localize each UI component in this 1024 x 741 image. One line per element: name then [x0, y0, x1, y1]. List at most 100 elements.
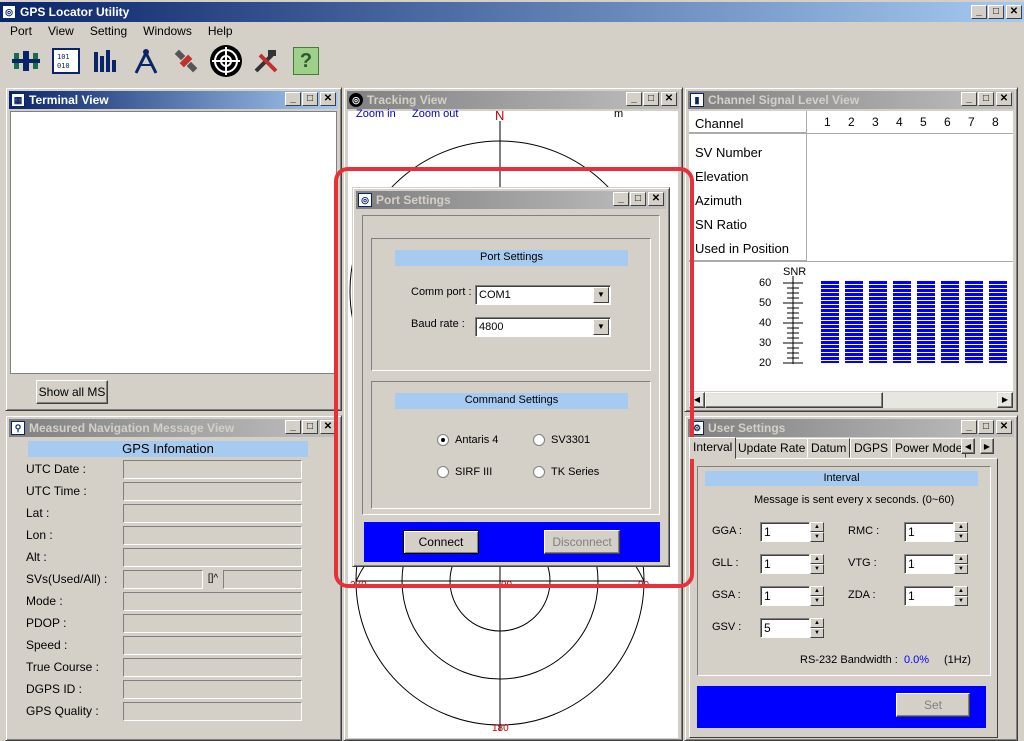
- tracking-minimize-button[interactable]: _: [626, 92, 642, 106]
- port-icon[interactable]: [10, 45, 42, 77]
- tab-interval[interactable]: Interval: [689, 437, 737, 459]
- menu-port[interactable]: Port: [0, 22, 38, 40]
- radio-sv3301[interactable]: SV3301: [533, 434, 590, 446]
- menu-help[interactable]: Help: [198, 22, 239, 40]
- vtg-up[interactable]: ▲: [954, 554, 968, 564]
- compass-icon[interactable]: [130, 45, 162, 77]
- tracking-icon[interactable]: [210, 45, 242, 77]
- gga-value[interactable]: 1: [760, 522, 810, 542]
- zda-value[interactable]: 1: [904, 586, 954, 606]
- vtg-down[interactable]: ▼: [954, 564, 968, 574]
- set-button[interactable]: Set: [896, 693, 970, 717]
- dialog-minimize-button[interactable]: _: [613, 192, 629, 206]
- disconnect-button[interactable]: Disconnect: [544, 530, 620, 554]
- signal-minimize-button[interactable]: _: [961, 92, 977, 106]
- user-maximize-button[interactable]: □: [978, 420, 994, 434]
- nav-titlebar: ⚲ Measured Navigation Message View _ □ ✕: [9, 419, 338, 437]
- minimize-button[interactable]: _: [971, 5, 987, 19]
- terminal-close-button[interactable]: ✕: [320, 92, 336, 106]
- user-settings-titlebar: ⚙ User Settings _ □ ✕: [688, 419, 1014, 437]
- snr-bar-1: [821, 281, 839, 363]
- signal-close-button[interactable]: ✕: [996, 92, 1012, 106]
- menu-windows[interactable]: Windows: [133, 22, 198, 40]
- scroll-left-button[interactable]: ◀: [689, 392, 705, 408]
- gll-value[interactable]: 1: [760, 554, 810, 574]
- terminal-output[interactable]: [10, 111, 337, 374]
- tab-scroll-right-button[interactable]: ▶: [980, 438, 994, 454]
- radio-tk-series-dot[interactable]: [533, 466, 545, 478]
- zda-down[interactable]: ▼: [954, 596, 968, 606]
- zda-stepper[interactable]: 1 ▲ ▼: [904, 586, 968, 606]
- vtg-value[interactable]: 1: [904, 554, 954, 574]
- tracking-close-button[interactable]: ✕: [661, 92, 677, 106]
- alt-label: Alt :: [26, 550, 47, 564]
- gga-stepper[interactable]: 1 ▲ ▼: [760, 522, 824, 542]
- terminal-minimize-button[interactable]: _: [285, 92, 301, 106]
- tab-scroll-left-button[interactable]: ◀: [961, 438, 975, 454]
- signal-icon[interactable]: [90, 45, 122, 77]
- zda-up[interactable]: ▲: [954, 586, 968, 596]
- gsv-up[interactable]: ▲: [810, 618, 824, 628]
- gsa-stepper[interactable]: 1 ▲ ▼: [760, 586, 824, 606]
- scroll-right-button[interactable]: ▶: [997, 392, 1013, 408]
- gll-down[interactable]: ▼: [810, 564, 824, 574]
- vtg-stepper[interactable]: 1 ▲ ▼: [904, 554, 968, 574]
- menu-setting[interactable]: Setting: [80, 22, 133, 40]
- user-close-button[interactable]: ✕: [996, 420, 1012, 434]
- zoom-in-link[interactable]: Zoom in: [356, 108, 396, 120]
- tab-dgps[interactable]: DGPS: [850, 438, 893, 458]
- tab-power-mode[interactable]: Power Mode: [891, 438, 967, 458]
- gsa-down[interactable]: ▼: [810, 596, 824, 606]
- tools-icon[interactable]: [250, 45, 282, 77]
- dialog-close-button[interactable]: ✕: [648, 192, 664, 206]
- snr-tick-20: 20: [759, 357, 772, 369]
- radio-sv3301-dot[interactable]: [533, 434, 545, 446]
- dialog-maximize-button[interactable]: □: [630, 192, 646, 206]
- connect-button[interactable]: Connect: [403, 530, 479, 554]
- show-all-ms-button[interactable]: Show all MS: [36, 380, 108, 404]
- gsa-up[interactable]: ▲: [810, 586, 824, 596]
- port-settings-dialog: ◎ Port Settings _ □ ✕ Port Settings Comm p…: [352, 187, 670, 567]
- nav-minimize-button[interactable]: _: [285, 420, 301, 434]
- gga-down[interactable]: ▼: [810, 532, 824, 542]
- rmc-down[interactable]: ▼: [954, 532, 968, 542]
- gll-stepper[interactable]: 1 ▲ ▼: [760, 554, 824, 574]
- gsa-value[interactable]: 1: [760, 586, 810, 606]
- radio-tk-series[interactable]: TK Series: [533, 466, 599, 478]
- gll-up[interactable]: ▲: [810, 554, 824, 564]
- baud-rate-select[interactable]: 4800 ▼: [475, 317, 611, 337]
- radio-antaris-4-label: Antaris 4: [455, 434, 499, 446]
- radio-antaris-4[interactable]: Antaris 4: [437, 434, 498, 446]
- tab-datum[interactable]: Datum: [807, 438, 851, 458]
- rmc-value[interactable]: 1: [904, 522, 954, 542]
- menu-view[interactable]: View: [38, 22, 80, 40]
- zoom-out-link[interactable]: Zoom out: [412, 108, 458, 120]
- nav-maximize-button[interactable]: □: [302, 420, 318, 434]
- satellite-icon[interactable]: [170, 45, 202, 77]
- rmc-up[interactable]: ▲: [954, 522, 968, 532]
- nav-close-button[interactable]: ✕: [320, 420, 336, 434]
- signal-maximize-button[interactable]: □: [978, 92, 994, 106]
- gsv-stepper[interactable]: 5 ▲ ▼: [760, 618, 824, 638]
- signal-hscroll[interactable]: ◀ ▶: [689, 392, 1013, 408]
- gsv-value[interactable]: 5: [760, 618, 810, 638]
- scroll-thumb[interactable]: [705, 392, 883, 408]
- comm-port-dropdown-icon[interactable]: ▼: [593, 287, 609, 303]
- terminal-maximize-button[interactable]: □: [302, 92, 318, 106]
- radio-antaris-4-dot[interactable]: [437, 434, 449, 446]
- user-minimize-button[interactable]: _: [961, 420, 977, 434]
- radio-sirf-iii-dot[interactable]: [437, 466, 449, 478]
- tab-update-rate[interactable]: Update Rate: [734, 438, 810, 458]
- maximize-button[interactable]: □: [988, 5, 1004, 19]
- rmc-stepper[interactable]: 1 ▲ ▼: [904, 522, 968, 542]
- help-icon[interactable]: ?: [290, 45, 322, 77]
- close-button[interactable]: ✕: [1006, 5, 1022, 19]
- baud-rate-dropdown-icon[interactable]: ▼: [593, 319, 609, 335]
- terminal-icon[interactable]: 101 010: [50, 45, 82, 77]
- gsv-down[interactable]: ▼: [810, 628, 824, 638]
- gsa-label: GSA :: [712, 589, 741, 601]
- tracking-maximize-button[interactable]: □: [643, 92, 659, 106]
- comm-port-select[interactable]: COM1 ▼: [475, 285, 611, 305]
- gga-up[interactable]: ▲: [810, 522, 824, 532]
- radio-sirf-iii[interactable]: SIRF III: [437, 466, 492, 478]
